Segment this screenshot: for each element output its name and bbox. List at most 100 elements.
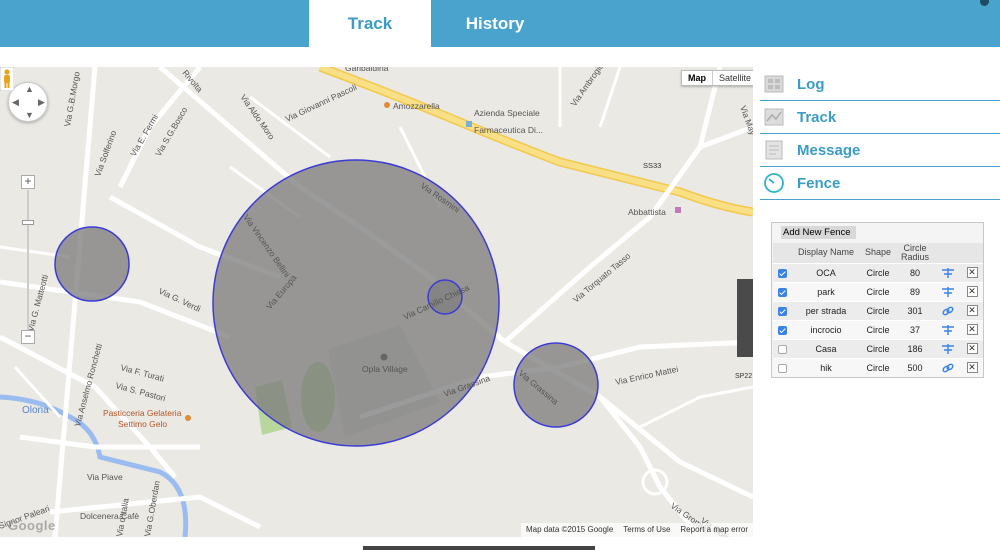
fence-radius: 186 [895, 338, 935, 358]
fence-row[interactable]: OCA Circle 80 ✕ [773, 262, 983, 282]
fence-action-cell [935, 338, 961, 358]
svg-text:Via Ambrogio: Via Ambrogio [568, 67, 605, 108]
menu-item-track[interactable]: Track [760, 101, 1000, 134]
svg-text:Via F. Turati: Via F. Turati [119, 362, 165, 383]
pan-right-icon[interactable]: ▶ [38, 97, 45, 108]
terms-link[interactable]: Terms of Use [623, 525, 670, 535]
pin-icon[interactable] [941, 324, 955, 335]
fence-checkbox[interactable] [777, 268, 787, 278]
fence-name: park [791, 281, 861, 301]
add-new-fence-button[interactable]: Add New Fence [781, 226, 856, 239]
svg-text:Opla Village: Opla Village [362, 364, 408, 374]
map-canvas: Via G.B.Morgo Rivolta Via Giovanni Pasco… [0, 67, 753, 537]
fence-action-cell [935, 300, 961, 320]
header-checkbox-column [773, 243, 791, 263]
fence-name: hik [791, 357, 861, 377]
svg-text:SP22: SP22 [735, 373, 752, 380]
header-action [935, 243, 961, 263]
zoom-in-button[interactable]: + [21, 175, 35, 189]
fence-row-checkbox-cell [773, 338, 791, 358]
fence-checkbox[interactable] [777, 344, 787, 354]
link-icon[interactable] [941, 305, 955, 315]
fence-table: Display Name Shape Circle Radius OCA Circ… [773, 243, 983, 377]
log-icon [764, 75, 784, 93]
menu-item-label: Message [797, 141, 861, 159]
map-type-satellite-button[interactable]: Satellite [713, 71, 753, 85]
side-menu: Log Track Message Fence [760, 68, 1000, 200]
menu-item-fence[interactable]: Fence [760, 167, 1000, 200]
tab-history[interactable]: History [431, 0, 559, 47]
svg-text:SS33: SS33 [643, 161, 661, 170]
pegman-icon[interactable] [0, 67, 14, 91]
fence-radius: 80 [895, 262, 935, 282]
pin-icon[interactable] [941, 343, 955, 354]
fence-row[interactable]: Casa Circle 186 ✕ [773, 338, 983, 358]
fence-checkbox[interactable] [777, 287, 787, 297]
fence-delete-cell: ✕ [961, 281, 983, 301]
fence-shape: Circle [861, 338, 895, 358]
delete-fence-button[interactable]: ✕ [966, 267, 978, 279]
zoom-slider-handle[interactable] [22, 220, 34, 225]
svg-text:Abbattista: Abbattista [628, 207, 666, 217]
delete-fence-button[interactable]: ✕ [966, 343, 978, 355]
zoom-out-button[interactable]: − [21, 330, 35, 344]
fence-icon [764, 173, 784, 193]
map-type-map-button[interactable]: Map [682, 71, 713, 85]
header-circle-radius: Circle Radius [895, 243, 935, 263]
fence-row-checkbox-cell [773, 319, 791, 339]
pin-icon[interactable] [941, 286, 955, 297]
pan-left-icon[interactable]: ◀ [12, 97, 19, 108]
delete-fence-button[interactable]: ✕ [966, 286, 978, 298]
fence-name: per strada [791, 300, 861, 320]
map-view[interactable]: Via G.B.Morgo Rivolta Via Giovanni Pasco… [0, 67, 753, 537]
map-data-credit: Map data ©2015 Google [525, 525, 614, 534]
fence-delete-cell: ✕ [961, 319, 983, 339]
fence-checkbox[interactable] [777, 306, 787, 316]
google-logo: Google [8, 518, 56, 533]
fence-row[interactable]: hik Circle 500 ✕ [773, 357, 983, 377]
tab-track[interactable]: Track [309, 0, 431, 47]
svg-text:Via S. Pastori: Via S. Pastori [114, 380, 166, 403]
fence-row[interactable]: per strada Circle 301 ✕ [773, 300, 983, 320]
fence-action-cell [935, 262, 961, 282]
fence-checkbox[interactable] [777, 325, 787, 335]
svg-text:Via G.B.Morgo: Via G.B.Morgo [62, 71, 82, 128]
message-icon [765, 140, 783, 160]
fence-delete-cell: ✕ [961, 262, 983, 282]
pan-down-icon[interactable]: ▼ [25, 110, 34, 120]
report-error-link[interactable]: Report a map error [680, 525, 748, 535]
fence-shape: Circle [861, 262, 895, 282]
bottom-scrollbar[interactable] [363, 546, 595, 550]
fence-table-header: Display Name Shape Circle Radius [773, 243, 983, 263]
svg-text:Via Giovanni Pascoli: Via Giovanni Pascoli [284, 82, 359, 124]
fence-checkbox[interactable] [777, 363, 787, 373]
svg-text:Garibaldina: Garibaldina [345, 67, 389, 73]
link-icon[interactable] [941, 362, 955, 373]
panel-scroll-handle[interactable] [737, 279, 753, 357]
pin-icon[interactable] [941, 267, 955, 278]
fence-row-checkbox-cell [773, 281, 791, 301]
svg-text:Olona: Olona [22, 405, 49, 416]
top-nav-bar: Track History [0, 0, 1000, 47]
menu-item-log[interactable]: Log [760, 68, 1000, 101]
fence-row[interactable]: park Circle 89 ✕ [773, 281, 983, 301]
fence-row-checkbox-cell [773, 357, 791, 377]
delete-fence-button[interactable]: ✕ [966, 362, 978, 374]
pan-up-icon[interactable]: ▲ [25, 84, 34, 94]
track-icon [764, 108, 784, 126]
zoom-slider-track[interactable] [27, 190, 29, 330]
svg-text:Pasticceria Gelateria: Pasticceria Gelateria [103, 408, 182, 418]
fence-shape: Circle [861, 319, 895, 339]
fence-row[interactable]: incrocio Circle 37 ✕ [773, 319, 983, 339]
pan-control[interactable]: ▲ ▼ ◀ ▶ [8, 82, 48, 122]
fence-delete-cell: ✕ [961, 300, 983, 320]
fence-radius: 500 [895, 357, 935, 377]
fence-name: incrocio [791, 319, 861, 339]
delete-fence-button[interactable]: ✕ [966, 305, 978, 317]
fence-action-cell [935, 319, 961, 339]
fence-name: Casa [791, 338, 861, 358]
menu-item-message[interactable]: Message [760, 134, 1000, 167]
fence-action-cell [935, 281, 961, 301]
delete-fence-button[interactable]: ✕ [966, 324, 978, 336]
map-footer: Map data ©2015 Google Terms of Use Repor… [520, 523, 753, 537]
